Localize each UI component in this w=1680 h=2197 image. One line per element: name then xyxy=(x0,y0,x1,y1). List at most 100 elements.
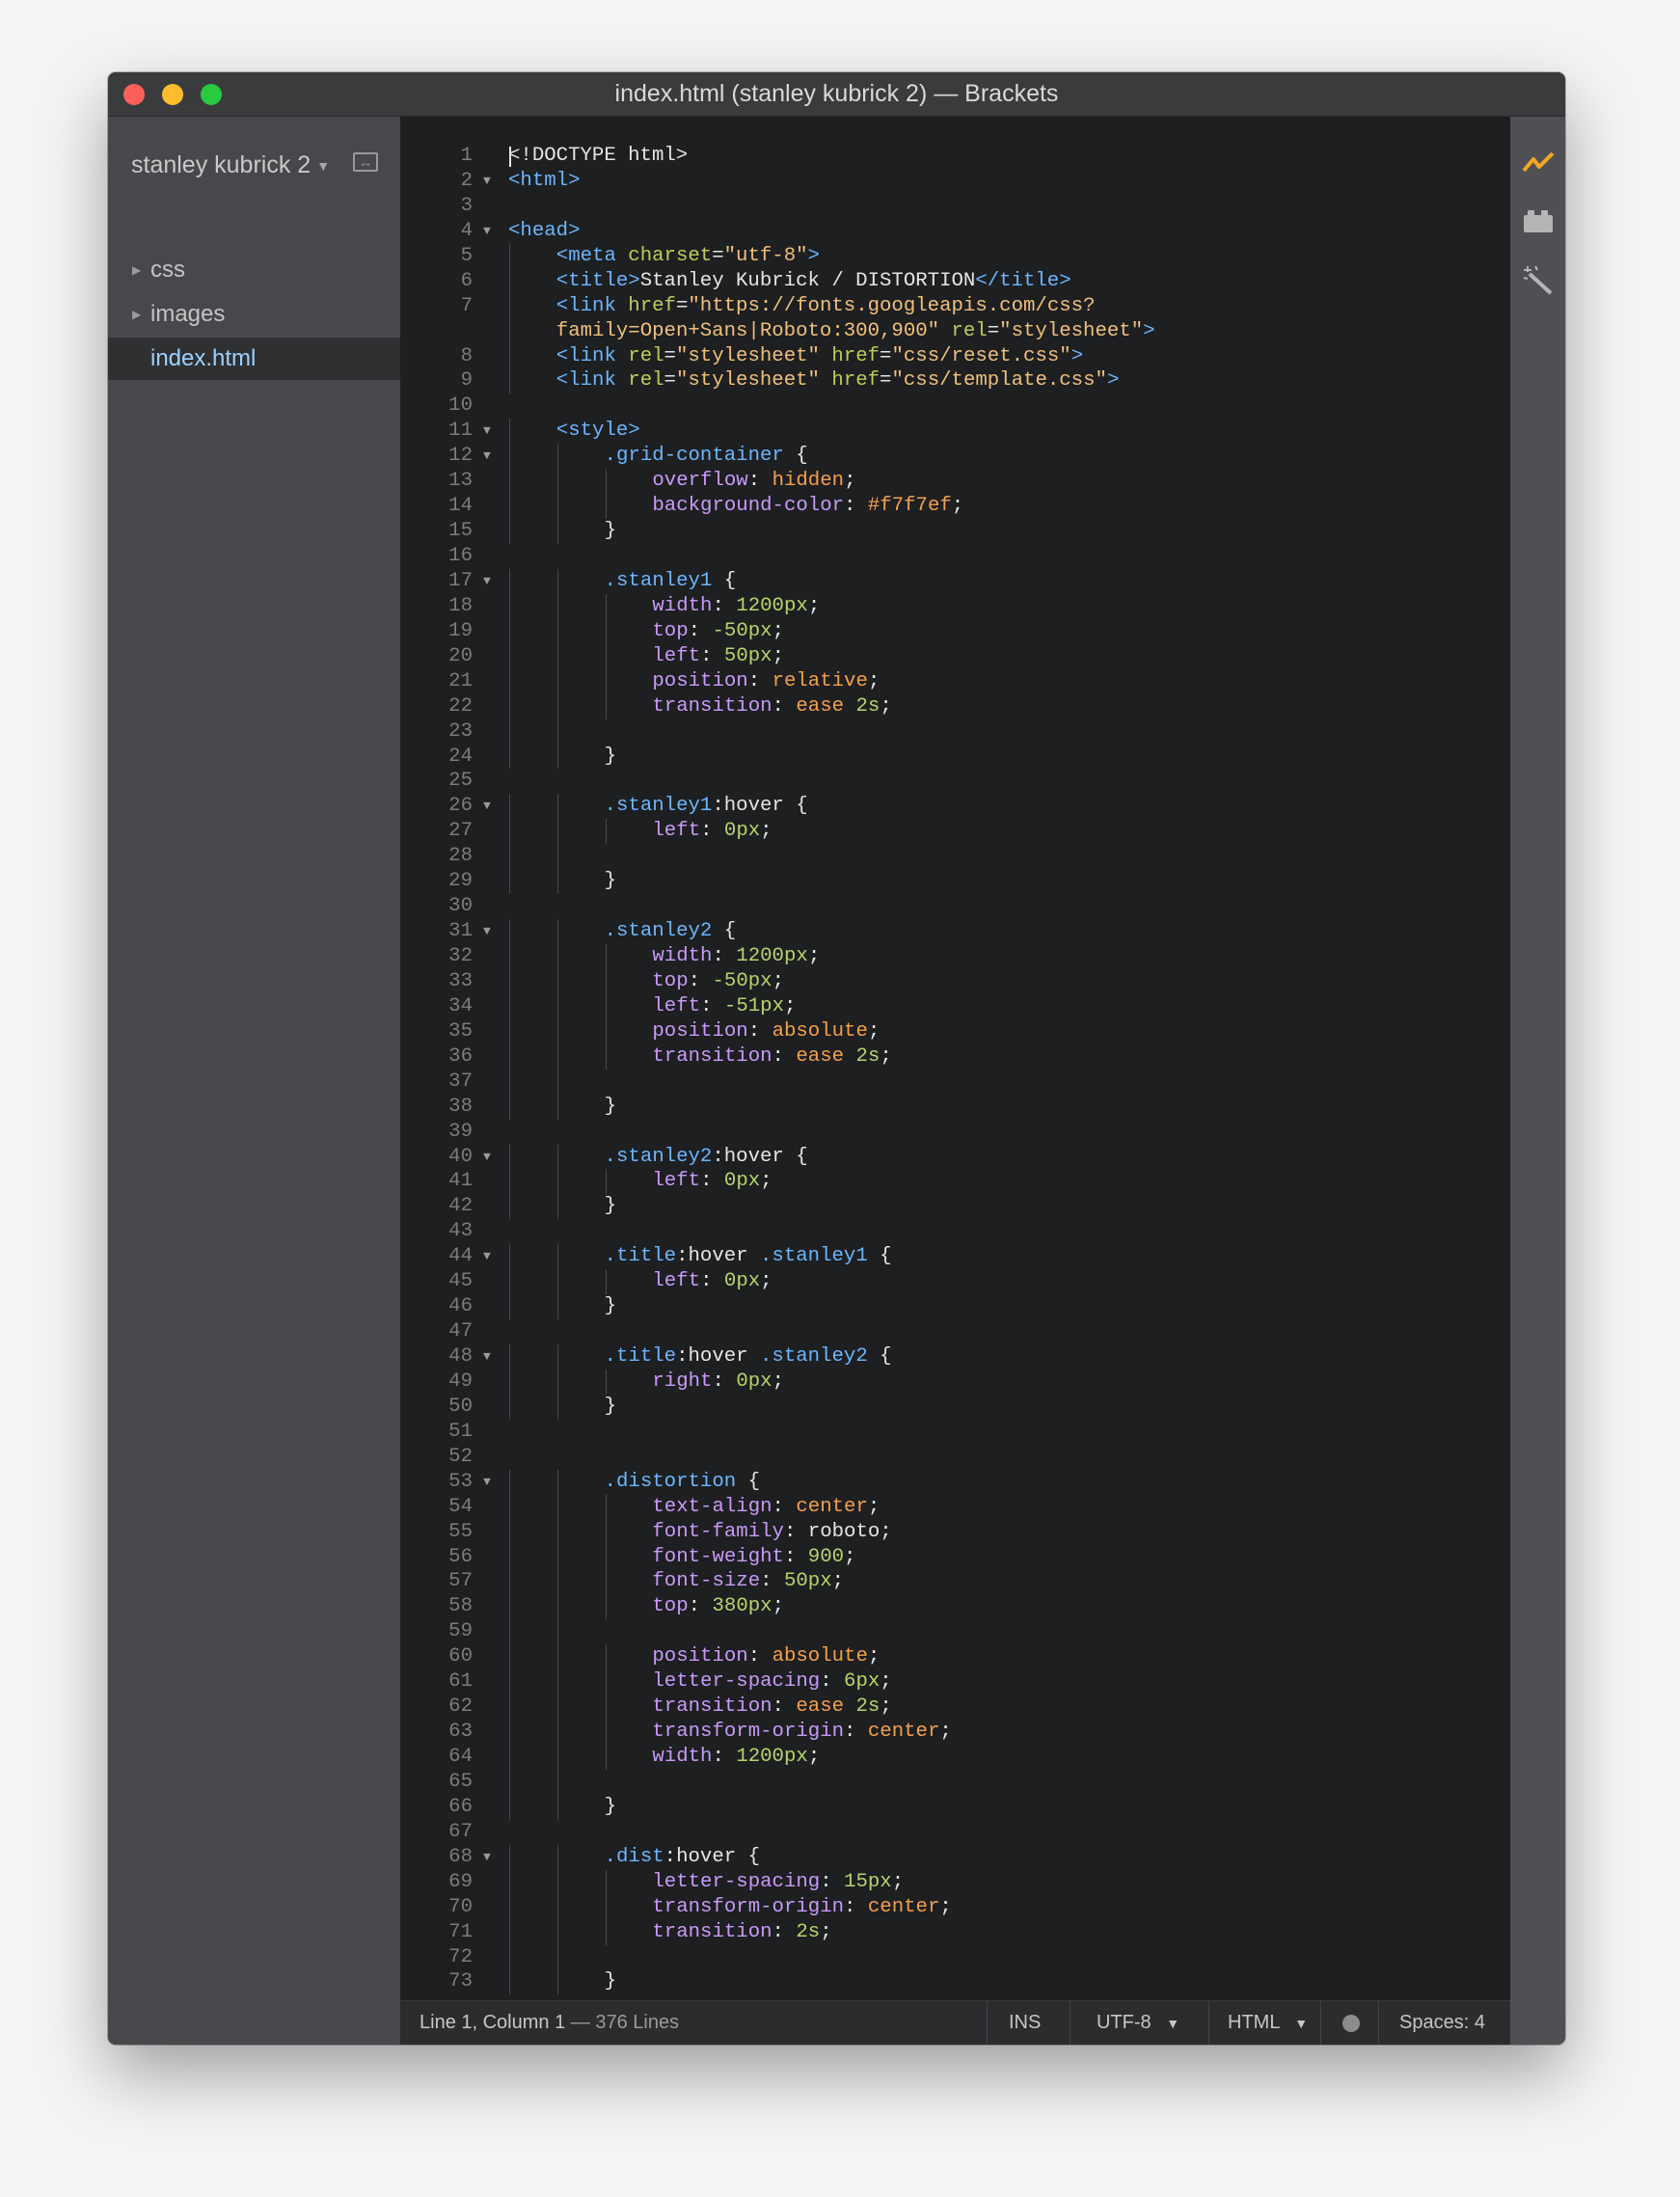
code-line[interactable]: 29} xyxy=(400,869,1510,895)
line-number[interactable]: 45 xyxy=(400,1269,473,1294)
tree-folder-css[interactable]: ▶ css xyxy=(108,249,400,291)
line-number[interactable]: 35 xyxy=(400,1019,473,1044)
code-line[interactable]: 43 xyxy=(400,1219,1510,1244)
code-line[interactable]: 33 top: -50px; xyxy=(400,968,1510,994)
line-number[interactable]: 52 xyxy=(400,1445,473,1470)
fold-toggle-icon[interactable]: ▼ xyxy=(483,1244,491,1269)
code-line[interactable]: 23 xyxy=(400,719,1510,745)
insert-mode-toggle[interactable]: INS xyxy=(1009,2001,1041,2045)
line-number[interactable]: 27 xyxy=(400,819,473,844)
code-line[interactable]: 16 xyxy=(400,544,1510,569)
code-line[interactable]: 60 position: absolute; xyxy=(400,1644,1510,1670)
language-select[interactable]: HTML ▼ xyxy=(1228,2001,1308,2045)
code-line[interactable]: 46} xyxy=(400,1294,1510,1320)
code-line[interactable]: 66} xyxy=(400,1794,1510,1820)
project-dropdown[interactable]: stanley kubrick 2 ▼ xyxy=(131,151,330,179)
code-area[interactable]: 1 <!DOCTYPE html> 2 ▼ <html> 3 4 ▼ <head> 5 <meta … xyxy=(400,144,1510,2001)
line-number[interactable]: 11 xyxy=(400,419,473,444)
code-line[interactable]: 69 letter-spacing: 15px; xyxy=(400,1869,1510,1895)
code-line[interactable]: 59 xyxy=(400,1619,1510,1645)
code-line[interactable]: 45 left: 0px; xyxy=(400,1269,1510,1295)
line-number[interactable]: 53 xyxy=(400,1470,473,1495)
line-number[interactable]: 66 xyxy=(400,1795,473,1820)
line-number[interactable]: 18 xyxy=(400,594,473,619)
line-number[interactable]: 34 xyxy=(400,994,473,1019)
fold-toggle-icon[interactable]: ▼ xyxy=(483,444,491,469)
code-editor[interactable]: 1 <!DOCTYPE html> 2 ▼ <html> 3 4 ▼ <head> 5 <meta … xyxy=(400,117,1510,2001)
code-line[interactable]: 72 xyxy=(400,1944,1510,1970)
line-number[interactable]: 50 xyxy=(400,1395,473,1420)
code-line[interactable]: 70 transform-origin: center; xyxy=(400,1894,1510,1920)
line-number[interactable]: 10 xyxy=(400,393,473,419)
code-line[interactable]: 20 left: 50px; xyxy=(400,643,1510,669)
line-number[interactable]: 54 xyxy=(400,1495,473,1520)
code-line[interactable]: 52 xyxy=(400,1445,1510,1470)
code-line[interactable]: 22 transition: ease 2s; xyxy=(400,693,1510,719)
fold-toggle-icon[interactable]: ▼ xyxy=(483,1845,491,1870)
line-number[interactable]: 67 xyxy=(400,1820,473,1845)
line-number[interactable]: 7 xyxy=(400,294,473,319)
line-number[interactable]: 26 xyxy=(400,794,473,819)
line-number[interactable]: 46 xyxy=(400,1294,473,1319)
fold-toggle-icon[interactable]: ▼ xyxy=(483,919,491,944)
line-number[interactable]: 6 xyxy=(400,269,473,294)
code-line[interactable]: 5 <meta charset="utf-8"> xyxy=(400,243,1510,269)
code-line[interactable]: 3 xyxy=(400,194,1510,219)
line-number[interactable]: 25 xyxy=(400,769,473,794)
line-number[interactable]: 14 xyxy=(400,494,473,519)
line-number[interactable]: 24 xyxy=(400,745,473,770)
line-number[interactable]: 55 xyxy=(400,1520,473,1545)
line-number[interactable]: 71 xyxy=(400,1920,473,1945)
code-line[interactable]: 19 top: -50px; xyxy=(400,618,1510,644)
disclosure-triangle-icon[interactable]: ▶ xyxy=(132,249,141,291)
code-line[interactable]: 25 xyxy=(400,769,1510,794)
line-number[interactable]: 38 xyxy=(400,1095,473,1120)
code-line[interactable]: 40 ▼ .stanley2:hover { xyxy=(400,1144,1510,1170)
line-number[interactable]: 15 xyxy=(400,519,473,544)
code-line[interactable]: 6 <title>Stanley Kubrick / DISTORTION</ti… xyxy=(400,268,1510,294)
code-line[interactable]: 73} xyxy=(400,1969,1510,1995)
code-line[interactable]: 47 xyxy=(400,1319,1510,1344)
line-number[interactable]: 9 xyxy=(400,368,473,393)
line-number[interactable]: 42 xyxy=(400,1194,473,1219)
code-line[interactable]: 1 <!DOCTYPE html> xyxy=(400,144,1510,169)
line-number[interactable]: 22 xyxy=(400,694,473,719)
line-number[interactable]: 30 xyxy=(400,894,473,919)
code-line[interactable]: 55 font-family: roboto; xyxy=(400,1519,1510,1545)
tree-folder-images[interactable]: ▶ images xyxy=(108,293,400,336)
line-number[interactable]: 61 xyxy=(400,1669,473,1695)
line-number[interactable]: 73 xyxy=(400,1969,473,1994)
code-line[interactable]: 8 <link rel="stylesheet" href="css/reset.… xyxy=(400,343,1510,369)
line-number[interactable]: 23 xyxy=(400,719,473,745)
code-line[interactable]: 31 ▼ .stanley2 { xyxy=(400,919,1510,944)
line-number[interactable]: 29 xyxy=(400,869,473,894)
code-line[interactable]: 2 ▼ <html> xyxy=(400,169,1510,194)
code-line[interactable]: 26 ▼ .stanley1:hover { xyxy=(400,794,1510,820)
fold-toggle-icon[interactable]: ▼ xyxy=(483,1145,491,1170)
code-line[interactable]: 30 xyxy=(400,894,1510,919)
line-number[interactable]: 5 xyxy=(400,244,473,269)
line-number[interactable]: 1 xyxy=(400,144,473,169)
line-number[interactable]: 36 xyxy=(400,1044,473,1070)
code-line[interactable]: 21 position: relative; xyxy=(400,668,1510,694)
line-number[interactable]: 51 xyxy=(400,1420,473,1445)
line-number[interactable]: 64 xyxy=(400,1745,473,1770)
line-number[interactable]: 65 xyxy=(400,1770,473,1795)
code-line[interactable]: 62 transition: ease 2s; xyxy=(400,1695,1510,1721)
code-line[interactable]: 18 width: 1200px; xyxy=(400,593,1510,619)
code-line[interactable]: 63 transform-origin: center; xyxy=(400,1720,1510,1745)
code-line[interactable]: 27 left: 0px; xyxy=(400,819,1510,845)
indent-spaces-setting[interactable]: Spaces: 4 xyxy=(1399,2001,1485,2045)
line-number[interactable]: 43 xyxy=(400,1219,473,1244)
linter-status-icon[interactable] xyxy=(1342,2015,1360,2032)
line-number[interactable]: 2 xyxy=(400,169,473,194)
line-number[interactable]: 41 xyxy=(400,1169,473,1194)
code-line[interactable]: 53 ▼ .distortion { xyxy=(400,1469,1510,1495)
line-number[interactable]: 69 xyxy=(400,1870,473,1895)
fold-toggle-icon[interactable]: ▼ xyxy=(483,1344,491,1370)
line-number[interactable]: 12 xyxy=(400,444,473,469)
code-line[interactable]: 17 ▼ .stanley1 { xyxy=(400,568,1510,594)
code-line[interactable]: 24} xyxy=(400,744,1510,770)
code-line[interactable]: 34 left: -51px; xyxy=(400,993,1510,1019)
code-line[interactable]: 50} xyxy=(400,1394,1510,1420)
